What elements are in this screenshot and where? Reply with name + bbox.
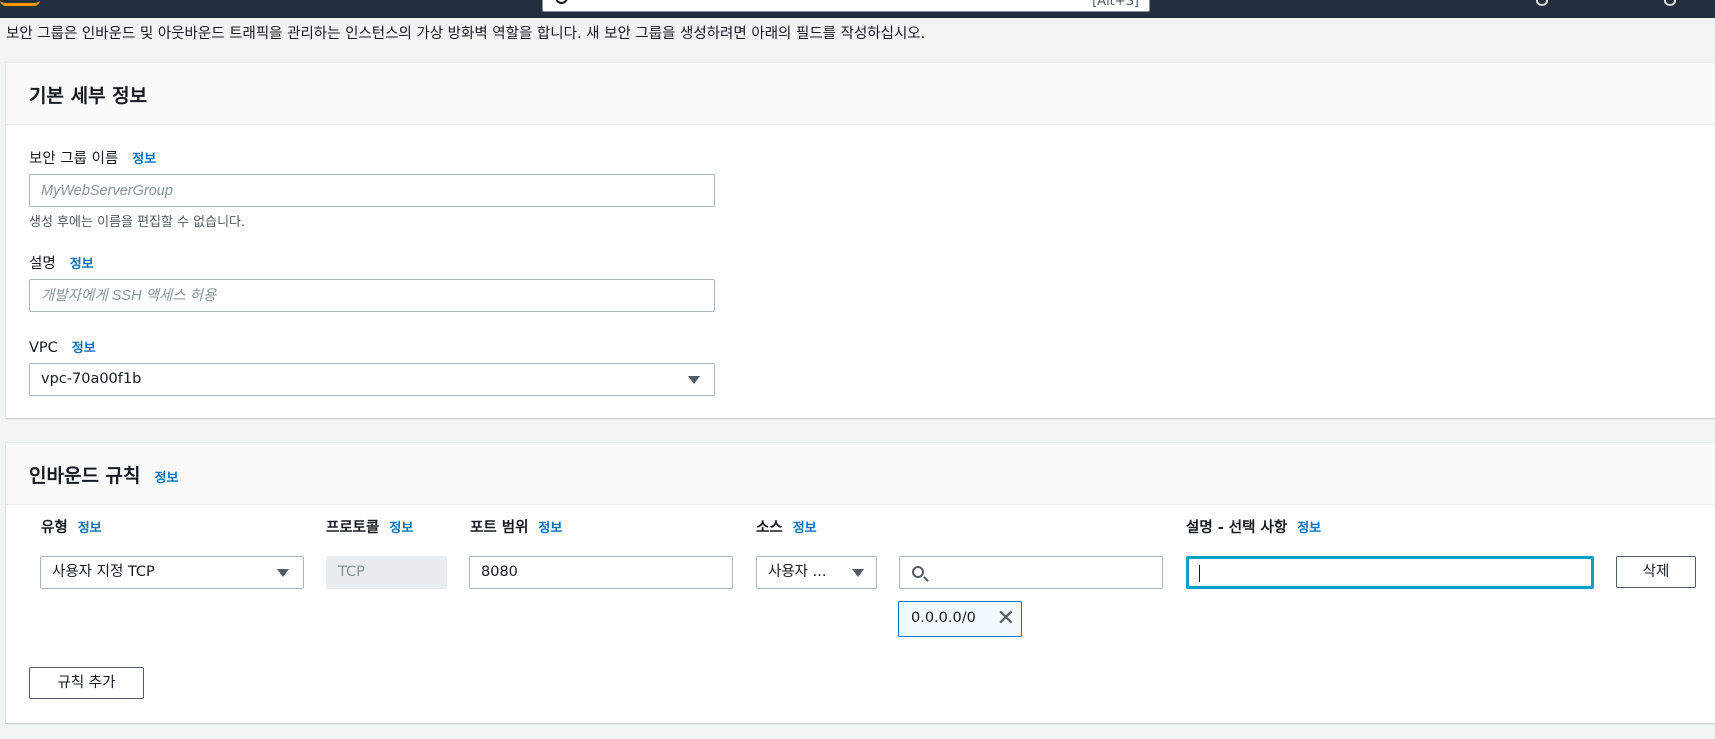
rule-type-value: 사용자 지정 TCP (52, 564, 155, 580)
search-icon (555, 0, 568, 4)
search-shortcut-hint: [Alt+S] (1092, 0, 1139, 9)
chevron-down-icon (688, 376, 700, 384)
column-header-port-range: 포트 범위 정보 (470, 516, 562, 537)
vpc-select-value: vpc-70a00f1b (41, 371, 142, 387)
delete-rule-button[interactable]: 삭제 (1616, 556, 1696, 588)
global-search-box[interactable]: [Alt+S] (542, 0, 1150, 12)
description-label: 설명 정보 (29, 252, 94, 273)
column-header-port-range-text: 포트 범위 (470, 520, 529, 536)
description-info-link[interactable]: 정보 (70, 257, 94, 272)
description-column-info-link[interactable]: 정보 (1297, 521, 1321, 536)
column-header-description: 설명 - 선택 사항 정보 (1186, 516, 1321, 537)
protocol-field: TCP (326, 556, 447, 589)
description-input[interactable] (29, 279, 715, 312)
source-cidr-search-input[interactable] (899, 556, 1163, 589)
close-icon[interactable]: ✕ (997, 606, 1015, 632)
security-group-name-input[interactable] (29, 174, 715, 207)
page-description: 보안 그룹은 인바운드 및 아웃바운드 트래픽을 관리하는 인스턴스의 가상 방… (6, 26, 926, 42)
column-header-source-text: 소스 (756, 520, 783, 536)
source-type-select[interactable]: 사용자 ... (756, 556, 877, 589)
port-range-input[interactable]: 8080 (469, 556, 733, 589)
column-header-type-text: 유형 (41, 520, 68, 536)
column-header-source: 소스 정보 (756, 516, 817, 537)
source-cidr-token-value: 0.0.0.0/0 (911, 610, 976, 626)
security-group-name-hint: 생성 후에는 이름을 편집할 수 없습니다. (29, 215, 246, 230)
description-label-text: 설명 (29, 256, 56, 272)
basic-details-title: 기본 세부 정보 (29, 85, 148, 107)
source-info-link[interactable]: 정보 (793, 521, 817, 536)
inbound-rules-title: 인바운드 규칙 정보 (29, 461, 178, 488)
rule-description-input[interactable] (1186, 556, 1594, 589)
security-group-name-label: 보안 그룹 이름 정보 (29, 147, 156, 168)
chevron-down-icon (277, 569, 289, 577)
basic-details-header: 기본 세부 정보 (6, 63, 1715, 125)
vpc-label-text: VPC (29, 340, 58, 356)
notification-bell-icon[interactable] (1536, 0, 1548, 6)
column-header-description-text: 설명 - 선택 사항 (1186, 520, 1288, 536)
vpc-select[interactable]: vpc-70a00f1b (29, 363, 715, 396)
inbound-rules-info-link[interactable]: 정보 (155, 471, 179, 486)
protocol-info-link[interactable]: 정보 (389, 521, 413, 536)
source-cidr-token: 0.0.0.0/0 ✕ (898, 601, 1022, 637)
port-range-info-link[interactable]: 정보 (538, 521, 562, 536)
port-range-value: 8080 (481, 564, 518, 580)
top-navigation-bar: [Alt+S] (0, 0, 1715, 18)
inbound-rules-header: 인바운드 규칙 정보 (6, 443, 1715, 505)
column-header-protocol: 프로토콜 정보 (326, 516, 413, 537)
source-type-value: 사용자 ... (768, 564, 827, 580)
text-cursor (1199, 565, 1200, 582)
settings-icon[interactable] (1664, 0, 1676, 6)
column-header-protocol-text: 프로토콜 (326, 520, 380, 536)
column-header-type: 유형 정보 (41, 516, 102, 537)
basic-details-panel: 기본 세부 정보 보안 그룹 이름정보 생성 후에는 이름을 편집할 수 없습니… (6, 63, 1715, 418)
inbound-rules-title-text: 인바운드 규칙 (29, 465, 141, 487)
aws-logo[interactable] (0, 0, 40, 6)
rule-type-select[interactable]: 사용자 지정 TCP (40, 556, 304, 589)
search-icon (912, 566, 924, 578)
security-group-name-label-text: 보안 그룹 이름 (29, 151, 119, 167)
vpc-label: VPC 정보 (29, 337, 96, 356)
protocol-value: TCP (338, 564, 365, 580)
security-group-name-info-link[interactable]: 정보 (132, 152, 156, 167)
add-rule-button[interactable]: 규칙 추가 (29, 667, 144, 699)
type-info-link[interactable]: 정보 (78, 521, 102, 536)
search-icon-handle (923, 576, 929, 582)
chevron-down-icon (852, 569, 864, 577)
vpc-info-link[interactable]: 정보 (72, 341, 96, 356)
